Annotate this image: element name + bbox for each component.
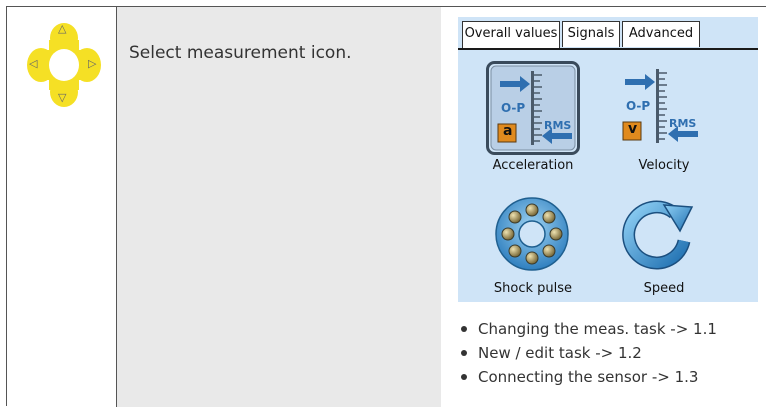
tile-velocity[interactable]: O-P RMS v [618,65,704,151]
tile-velocity-label: Velocity [638,158,690,173]
list-item[interactable]: Connecting the sensor -> 1.3 [458,365,717,389]
velocity-op-label: O-P [626,99,651,113]
acceleration-op-label: O-P [501,101,526,115]
instruction-table-row: △ ▽ ◁ ▷ Select measurement icon. Overall… [6,6,766,407]
tile-speed-label: Speed [643,281,685,296]
related-links-list: Changing the meas. task -> 1.1 New / edi… [458,317,717,389]
tile-speed[interactable] [622,197,698,273]
velocity-rms-label: RMS [669,117,697,130]
tab-bar-underline [458,48,758,50]
screen-column: Overall values Signals Advanced O-P RMS … [441,7,766,407]
tile-shock-pulse[interactable] [494,196,570,272]
nav-up-glyph: △ [58,22,67,35]
nav-down-glyph: ▽ [58,91,67,104]
key-column: △ ▽ ◁ ▷ [7,7,117,407]
instruction-text: Select measurement icon. [129,43,352,63]
tab-overall-values[interactable]: Overall values [462,21,560,48]
acceleration-rms-label: RMS [544,119,572,132]
bearing-icon [495,197,569,271]
tile-shock-pulse-label: Shock pulse [493,281,573,296]
velocity-unit-letter: v [628,121,638,137]
device-screen: Overall values Signals Advanced O-P RMS … [458,17,758,302]
tile-acceleration-label: Acceleration [492,158,574,173]
tile-acceleration[interactable]: O-P RMS a [486,61,580,155]
tab-signals[interactable]: Signals [562,21,620,47]
instruction-column: Select measurement icon. [117,7,441,407]
rotation-arrow-icon [622,200,694,270]
nav-right-glyph: ▷ [88,57,97,70]
list-item[interactable]: New / edit task -> 1.2 [458,341,717,365]
list-item[interactable]: Changing the meas. task -> 1.1 [458,317,717,341]
nav-left-glyph: ◁ [29,57,38,70]
acceleration-unit-letter: a [503,123,513,139]
tab-advanced[interactable]: Advanced [622,21,700,47]
